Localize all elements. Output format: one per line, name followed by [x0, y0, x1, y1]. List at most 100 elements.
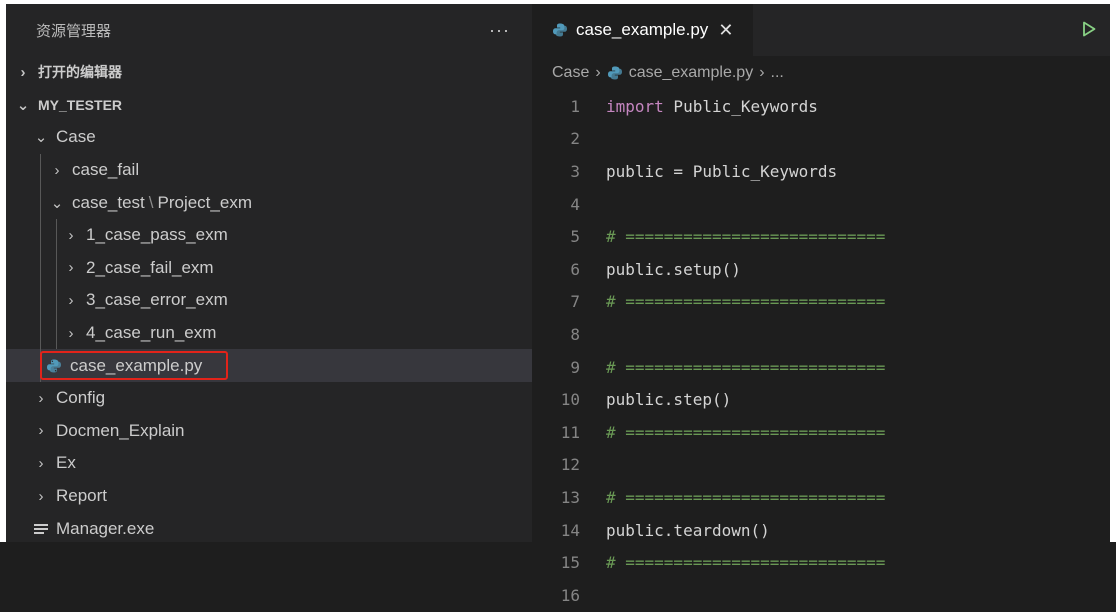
tree-item-case-test[interactable]: ⌄ case_test \ Project_exm [6, 186, 532, 219]
chevron-right-icon: › [68, 291, 74, 309]
breadcrumb-more[interactable]: ... [771, 64, 784, 82]
code-line[interactable]: 12 [532, 449, 1110, 482]
code-editor[interactable]: 1 import Public_Keywords 2 3 public = Public… [532, 90, 1110, 612]
code-text: public.setup() [606, 260, 741, 279]
line-number: 14 [560, 520, 580, 540]
code-text: # =========================== [606, 227, 885, 246]
code-line[interactable]: 14 public.teardown() [532, 514, 1110, 547]
code-line[interactable]: 16 [532, 579, 1110, 612]
comment-token: # =========================== [606, 357, 886, 377]
tree-item-case[interactable]: ⌄ Case [6, 121, 532, 154]
indent-guide [40, 251, 41, 285]
tree-item-2-case-fail-exm[interactable]: › 2_case_fail_exm [6, 251, 532, 285]
tree-item-3-case-error-exm[interactable]: › 3_case_error_exm [6, 284, 532, 317]
line-number: 12 [560, 455, 580, 475]
code-line[interactable]: 11 # =========================== [532, 416, 1110, 449]
comment-token: # =========================== [606, 227, 886, 247]
tree-item-label: Config [56, 388, 106, 408]
chevron-right-icon: › [38, 454, 44, 472]
tree-item-config[interactable]: › Config [6, 382, 532, 415]
tree-item-label: 3_case_error_exm [86, 290, 228, 310]
line-number: 8 [570, 324, 580, 344]
line-number: 1 [570, 96, 580, 116]
tree-item-label: case_fail [72, 160, 140, 180]
tree-item-label: Manager.exe [56, 518, 155, 538]
code-line[interactable]: 2 [532, 123, 1110, 156]
indent-guide [56, 284, 57, 317]
code-text: # =========================== [606, 488, 885, 507]
line-number: 15 [560, 553, 580, 573]
chevron-down-icon: ⌄ [16, 96, 30, 114]
code-line[interactable]: 3 public = Public_Keywords [532, 155, 1110, 188]
editor-area: case_example.py ✕ Case › case_example.py… [532, 4, 1110, 605]
code-line[interactable]: 6 public.setup() [532, 253, 1110, 286]
code-text: # =========================== [606, 553, 885, 572]
code-text: public.teardown() [606, 521, 770, 540]
tree-item-manager-exe[interactable]: Manager.exe [6, 512, 532, 545]
breadcrumb-folder[interactable]: Case [552, 64, 589, 82]
explorer-sidebar: 资源管理器 ··· › 打开的编辑器 ⌄ MY_TESTER ⌄ Case › … [6, 4, 532, 542]
line-number: 3 [570, 161, 580, 181]
chevron-right-icon: › [38, 389, 44, 407]
tree-item-label: Report [56, 486, 108, 506]
code-line[interactable]: 1 import Public_Keywords [532, 90, 1110, 123]
open-editors-section[interactable]: › 打开的编辑器 [6, 56, 532, 89]
line-number: 16 [560, 585, 580, 605]
indent-guide [56, 316, 57, 350]
indent-guide [40, 218, 41, 252]
code-line[interactable]: 9 # =========================== [532, 351, 1110, 384]
tree-item-report[interactable]: › Report [6, 480, 532, 513]
code-line[interactable]: 4 [532, 188, 1110, 221]
tree-item-case-fail[interactable]: › case_fail [6, 153, 532, 187]
tree-item-label: Docmen_Explain [56, 420, 185, 440]
code-line[interactable]: 5 # =========================== [532, 220, 1110, 253]
code-token: public.teardown() [606, 520, 770, 540]
code-line[interactable]: 15 # =========================== [532, 546, 1110, 579]
code-token: public = Public_Keywords [606, 161, 838, 181]
chevron-right-icon: › [595, 64, 601, 81]
project-root-section[interactable]: ⌄ MY_TESTER [6, 89, 532, 122]
code-line[interactable]: 8 [532, 318, 1110, 351]
chevron-right-icon: › [68, 226, 74, 244]
tab-case-example-py[interactable]: case_example.py ✕ [532, 4, 754, 56]
chevron-down-icon: ⌄ [50, 194, 64, 212]
code-text: # =========================== [606, 292, 885, 311]
close-icon[interactable]: ✕ [718, 20, 733, 41]
indent-guide [40, 153, 41, 187]
more-actions-button[interactable]: ··· [489, 20, 510, 41]
run-icon[interactable] [1082, 21, 1096, 37]
indent-guide [40, 186, 41, 219]
tree-item-label: 2_case_fail_exm [86, 257, 214, 277]
tree-item-1-case-pass-exm[interactable]: › 1_case_pass_exm [6, 218, 532, 252]
tree-item-ex[interactable]: › Ex [6, 447, 532, 480]
chevron-right-icon: › [68, 324, 74, 342]
chevron-right-icon: › [20, 63, 26, 81]
code-line[interactable]: 13 # =========================== [532, 481, 1110, 514]
line-number: 5 [570, 227, 580, 247]
menu-file-icon [34, 522, 48, 536]
line-number: 13 [560, 487, 580, 507]
compact-folder-separator: \ [148, 192, 154, 212]
breadcrumb-file[interactable]: case_example.py [629, 64, 754, 82]
indent-guide [40, 316, 41, 350]
indent-guide [56, 218, 57, 252]
code-line[interactable]: 7 # =========================== [532, 286, 1110, 319]
chevron-down-icon: ⌄ [34, 129, 48, 147]
code-line[interactable]: 10 public.step() [532, 383, 1110, 416]
line-number: 2 [570, 129, 580, 149]
code-text: import Public_Keywords [606, 97, 818, 116]
tree-item-label: 4_case_run_exm [86, 323, 217, 343]
tree-item-4-case-run-exm[interactable]: › 4_case_run_exm [6, 316, 532, 350]
chevron-right-icon: › [759, 64, 765, 81]
python-file-icon [47, 359, 61, 373]
python-file-icon [607, 66, 622, 80]
tree-item-label: 1_case_pass_exm [86, 225, 228, 245]
tree-item-case-example-py[interactable]: case_example.py [6, 349, 532, 382]
tree-item-docmen-explain[interactable]: › Docmen_Explain [6, 415, 532, 448]
comment-token: # =========================== [606, 487, 886, 507]
comment-token: # =========================== [606, 422, 886, 442]
tab-bar: case_example.py ✕ [532, 4, 1110, 56]
comment-token: # =========================== [606, 553, 886, 573]
tree-item-label: Case [56, 127, 96, 147]
chevron-right-icon: › [68, 259, 74, 277]
